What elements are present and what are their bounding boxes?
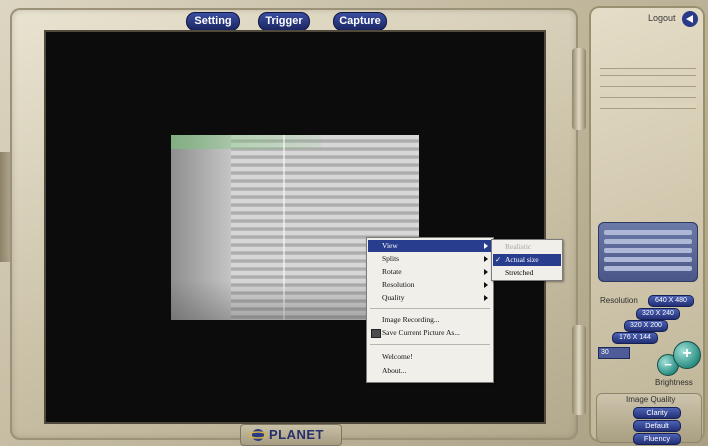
capture-button[interactable]: Capture [333,12,387,31]
menu-item-label: Save Current Picture As... [382,328,460,337]
submenu-item-label: Realistic [505,242,532,251]
slider-bar [604,266,692,271]
brand-logo: PLANET [240,424,342,446]
slider-bar [604,239,692,244]
menu-item-label: Welcome! [382,352,413,361]
submenu-item-label: Stretched [505,268,534,277]
menu-item-label: Resolution [382,280,415,289]
submenu-item-actual-size[interactable]: ✓ Actual size [493,254,561,266]
submenu-item-label: Actual size [505,255,539,264]
menu-item-splits[interactable]: Splits [368,253,492,265]
menu-item-label: About... [382,366,407,375]
menu-separator [370,344,490,345]
submenu-arrow-icon [484,295,488,301]
menu-item-label: Splits [382,254,400,263]
view-submenu: Realistic ✓ Actual size Stretched [491,239,563,281]
menu-item-label: Rotate [382,267,402,276]
brightness-plus-button[interactable]: + [673,341,701,369]
resolution-176x144-button[interactable]: 176 X 144 [612,332,658,344]
brand-name: PLANET [269,427,324,442]
quality-clarity-button[interactable]: Clarity [633,407,681,419]
brightness-label: Brightness [655,378,693,387]
resolution-640x480-button[interactable]: 640 X 480 [648,295,694,307]
brightness-select[interactable]: 30 [598,347,630,359]
hinge-bottom [572,325,586,415]
slider-bar [604,257,692,262]
trigger-button[interactable]: Trigger [258,12,310,31]
menu-item-save-picture[interactable]: Save Current Picture As... [368,327,492,339]
resolution-320x200-button[interactable]: 320 X 200 [624,320,668,332]
submenu-arrow-icon [484,256,488,262]
resolution-label: Resolution [600,296,638,305]
hinge-top [572,48,586,130]
menu-item-label: Quality [382,293,405,302]
planet-logo-icon [249,429,267,441]
logout-icon[interactable] [682,11,698,27]
quality-fluency-button[interactable]: Fluency [633,433,681,445]
menu-item-image-recording[interactable]: Image Recording... [368,314,492,326]
menu-item-resolution[interactable]: Resolution [368,279,492,291]
menu-item-quality[interactable]: Quality [368,292,492,304]
submenu-item-realistic[interactable]: Realistic [493,241,561,253]
submenu-arrow-icon [484,243,488,249]
check-icon: ✓ [495,255,502,264]
submenu-item-stretched[interactable]: Stretched [493,267,561,279]
menu-item-view[interactable]: View [368,240,492,252]
menu-item-label: View [382,241,398,250]
submenu-arrow-icon [484,282,488,288]
pan-tilt-slider-panel[interactable] [598,222,698,282]
plus-icon: + [682,345,692,362]
save-picture-icon [371,329,381,338]
menu-item-rotate[interactable]: Rotate [368,266,492,278]
submenu-arrow-icon [484,269,488,275]
slider-bar [604,248,692,253]
context-menu: View Splits Rotate Resolution Quality Im… [366,237,494,383]
menu-item-about[interactable]: About... [368,365,492,377]
feed-green-tint [171,135,321,149]
panel-grille [600,68,696,117]
resolution-320x240-button[interactable]: 320 X 240 [636,308,680,320]
menu-separator [370,308,490,309]
slider-bar [604,230,692,235]
image-quality-label: Image Quality [626,395,676,404]
quality-default-button[interactable]: Default [633,420,681,432]
setting-button[interactable]: Setting [186,12,240,31]
logout-label[interactable]: Logout [648,13,676,23]
menu-item-label: Image Recording... [382,315,440,324]
menu-item-welcome[interactable]: Welcome! [368,351,492,363]
